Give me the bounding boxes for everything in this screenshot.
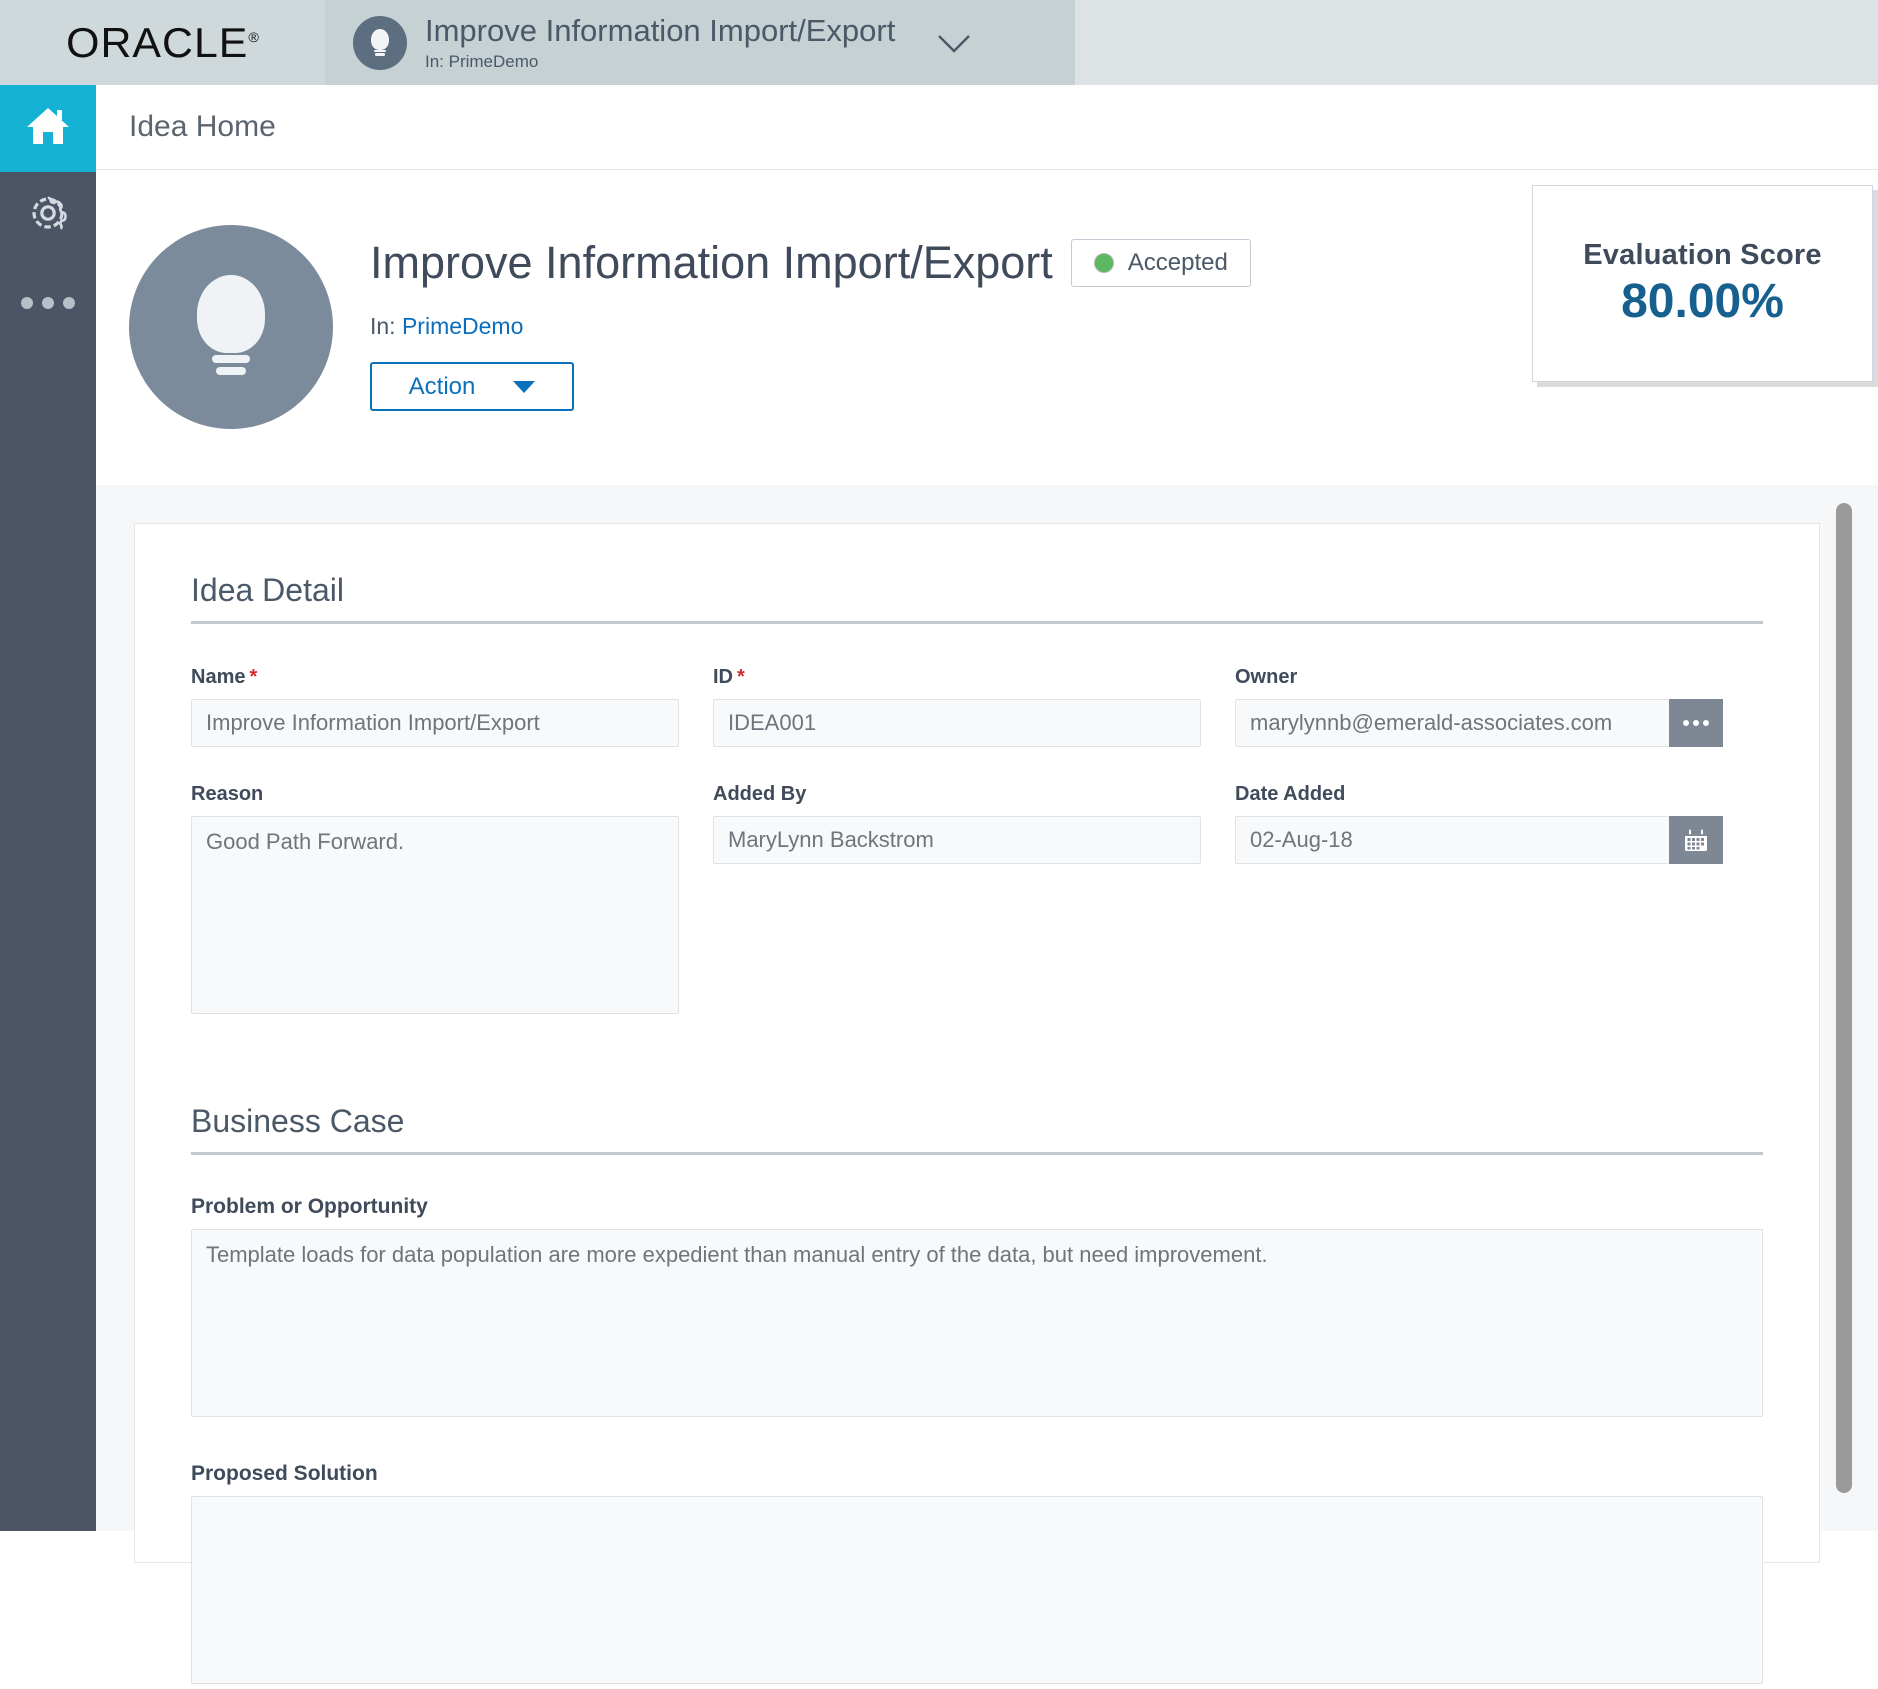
owner-input[interactable] xyxy=(1235,699,1669,747)
date-added-input[interactable] xyxy=(1235,816,1669,864)
added-by-input[interactable] xyxy=(713,816,1201,864)
oracle-logo-text: ORACLE xyxy=(66,19,248,66)
required-marker: * xyxy=(249,666,257,688)
breadcrumb-link-primedemo[interactable]: PrimeDemo xyxy=(402,313,523,339)
gear-icon xyxy=(25,190,71,241)
label-date-added: Date Added xyxy=(1235,783,1723,806)
label-reason: Reason xyxy=(191,783,679,806)
action-button-label: Action xyxy=(409,373,476,401)
evaluation-score-title: Evaluation Score xyxy=(1583,239,1822,272)
calendar-icon xyxy=(1683,827,1709,853)
top-bar: ORACLE® Improve Information Import/Expor… xyxy=(0,0,1878,85)
reason-textarea[interactable] xyxy=(191,816,679,1014)
home-icon xyxy=(25,105,71,152)
breadcrumb-prefix: In: xyxy=(370,313,396,339)
label-proposed-solution: Proposed Solution xyxy=(191,1462,1763,1486)
caret-down-icon xyxy=(513,381,535,393)
ellipsis-icon xyxy=(1683,720,1709,726)
id-input[interactable] xyxy=(713,699,1201,747)
detail-card: Idea Detail Name* ID* Owner xyxy=(134,523,1820,1563)
lightbulb-icon xyxy=(353,16,407,70)
required-marker: * xyxy=(737,666,745,688)
sidebar-item-settings[interactable] xyxy=(0,172,96,259)
context-title: Improve Information Import/Export xyxy=(425,13,895,49)
sidebar-item-more[interactable] xyxy=(0,259,96,346)
status-badge: Accepted xyxy=(1071,239,1251,287)
section-title-idea-detail: Idea Detail xyxy=(191,572,1763,624)
vertical-scrollbar[interactable] xyxy=(1836,503,1852,1493)
label-owner: Owner xyxy=(1235,666,1723,689)
date-picker-button[interactable] xyxy=(1669,816,1723,864)
context-selector[interactable]: Improve Information Import/Export In: Pr… xyxy=(325,0,1075,85)
page-header: Idea Home xyxy=(96,85,1878,170)
page-title: Idea Home xyxy=(129,110,276,144)
status-dot-icon xyxy=(1094,253,1114,273)
context-subtitle: In: PrimeDemo xyxy=(425,51,895,73)
idea-hero: Improve Information Import/Export Accept… xyxy=(96,170,1878,485)
chevron-down-icon[interactable] xyxy=(935,24,973,62)
owner-picker-button[interactable] xyxy=(1669,699,1723,747)
field-group-reason: Reason xyxy=(191,783,679,1019)
ellipsis-icon xyxy=(21,297,75,309)
oracle-logo[interactable]: ORACLE® xyxy=(0,0,325,85)
problem-or-opportunity-textarea[interactable] xyxy=(191,1229,1763,1417)
label-added-by: Added By xyxy=(713,783,1201,806)
main-content: Idea Home Improve Information Import/Exp… xyxy=(96,85,1878,1531)
evaluation-score-card: Evaluation Score 80.00% xyxy=(1532,185,1873,382)
field-group-id: ID* xyxy=(713,666,1201,747)
section-title-business-case: Business Case xyxy=(191,1103,1763,1155)
proposed-solution-textarea[interactable] xyxy=(191,1496,1763,1684)
registered-mark: ® xyxy=(248,29,259,45)
lightbulb-icon xyxy=(129,225,333,429)
action-button[interactable]: Action xyxy=(370,362,574,411)
field-group-proposed-solution: Proposed Solution xyxy=(191,1462,1763,1689)
label-id: ID* xyxy=(713,666,1201,689)
name-input[interactable] xyxy=(191,699,679,747)
scroll-area: Idea Detail Name* ID* Owner xyxy=(96,485,1878,1531)
scrollbar-thumb[interactable] xyxy=(1836,503,1852,1493)
field-group-problem-or-opportunity: Problem or Opportunity xyxy=(191,1195,1763,1422)
idea-detail-row-2: Reason Added By Date Added xyxy=(191,783,1763,1019)
field-group-date-added: Date Added xyxy=(1235,783,1723,864)
label-problem-or-opportunity: Problem or Opportunity xyxy=(191,1195,1763,1219)
sidebar xyxy=(0,85,96,1531)
label-name: Name* xyxy=(191,666,679,689)
field-group-name: Name* xyxy=(191,666,679,747)
evaluation-score-value: 80.00% xyxy=(1621,274,1784,329)
idea-detail-row-1: Name* ID* Owner xyxy=(191,666,1763,747)
idea-title: Improve Information Import/Export xyxy=(370,237,1053,289)
field-group-added-by: Added By xyxy=(713,783,1201,864)
sidebar-item-home[interactable] xyxy=(0,85,96,172)
status-label: Accepted xyxy=(1128,249,1228,277)
field-group-owner: Owner xyxy=(1235,666,1723,747)
breadcrumb: In: PrimeDemo xyxy=(370,313,1251,340)
